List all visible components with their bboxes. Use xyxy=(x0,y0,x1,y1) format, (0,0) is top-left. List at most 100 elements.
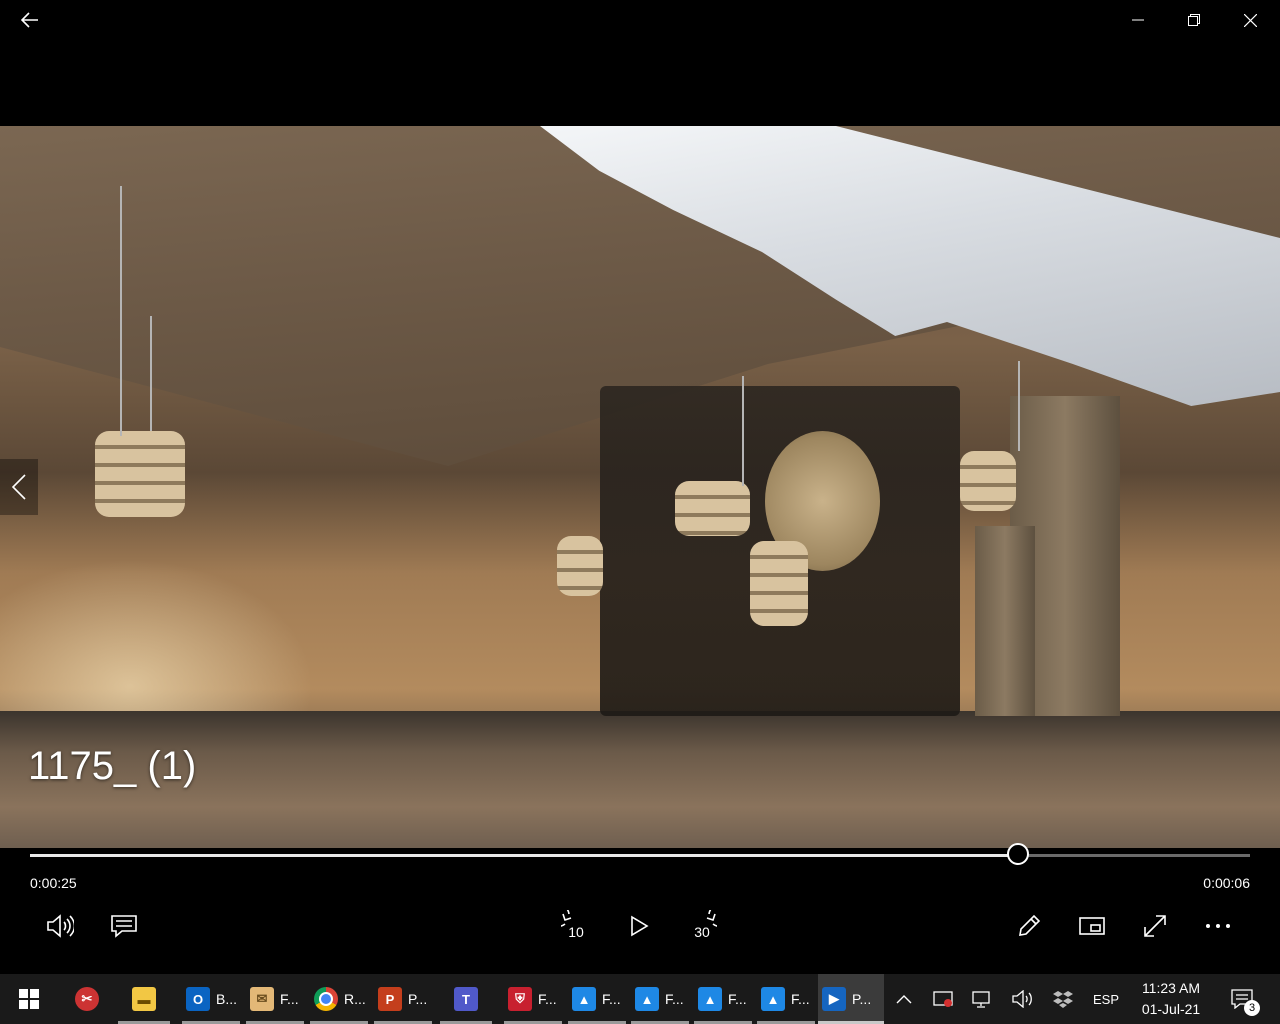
volume-button[interactable] xyxy=(38,904,82,948)
speaker-icon xyxy=(1012,990,1032,1008)
clock-time: 11:23 AM xyxy=(1141,980,1201,996)
skip-forward-label: 30 xyxy=(694,924,710,940)
taskbar-powerpoint-label: P... xyxy=(408,991,428,1007)
captions-button[interactable] xyxy=(102,904,146,948)
wire xyxy=(1018,361,1020,451)
photos-icon: ▲ xyxy=(635,987,659,1011)
volume-icon xyxy=(47,914,74,938)
play-icon xyxy=(631,915,649,937)
taskbar-photos-3[interactable]: ▲ F... xyxy=(694,974,752,1024)
chrome-icon xyxy=(314,987,338,1011)
show-hidden-icons-button[interactable] xyxy=(890,974,918,1024)
language-indicator[interactable]: ESP xyxy=(1086,974,1126,1024)
taskbar-movies-tv[interactable]: ▶ P... xyxy=(818,974,884,1024)
powerpoint-icon: P xyxy=(378,987,402,1011)
action-center-button[interactable]: 3 xyxy=(1222,974,1262,1024)
taskbar-chrome-label: R... xyxy=(344,991,366,1007)
photos-icon: ▲ xyxy=(698,987,722,1011)
dropbox-button[interactable] xyxy=(1048,974,1078,1024)
network-icon xyxy=(972,991,990,1008)
envelope-icon: ✉ xyxy=(250,987,274,1011)
taskbar-photos-4[interactable]: ▲ F... xyxy=(757,974,815,1024)
taskbar: ✂ ▬ O B... ✉ F... R... P P... T ⛨ F... ▲… xyxy=(0,974,1280,1024)
taskbar-photos-1[interactable]: ▲ F... xyxy=(568,974,626,1024)
taskbar-photos-4-label: F... xyxy=(791,991,810,1007)
taskbar-outlook[interactable]: O B... xyxy=(182,974,240,1024)
chevron-left-icon xyxy=(12,474,26,500)
skip-back-label: 10 xyxy=(568,924,584,940)
chevron-up-icon xyxy=(896,995,912,1004)
fullscreen-button[interactable] xyxy=(1133,904,1177,948)
remaining-time: 0:00:06 xyxy=(1203,875,1250,891)
captions-icon xyxy=(111,915,137,938)
teams-icon: T xyxy=(454,987,478,1011)
maximize-icon xyxy=(1188,14,1200,26)
dropbox-icon xyxy=(1053,991,1073,1008)
maximize-button[interactable] xyxy=(1172,0,1216,40)
clock[interactable]: 11:23 AM 01-Jul-21 xyxy=(1130,978,1212,1020)
play-button[interactable] xyxy=(617,904,661,948)
network-button[interactable] xyxy=(968,974,998,1024)
taskbar-powerpoint[interactable]: P P... xyxy=(374,974,432,1024)
shield-icon: ⛨ xyxy=(508,987,532,1011)
volume-tray-button[interactable] xyxy=(1008,974,1038,1024)
taskbar-mail-label: F... xyxy=(280,991,299,1007)
taskbar-photos-3-label: F... xyxy=(728,991,747,1007)
back-button[interactable] xyxy=(10,0,50,40)
close-icon xyxy=(1243,13,1257,27)
start-button[interactable] xyxy=(0,974,58,1024)
fullscreen-icon xyxy=(1144,915,1166,937)
folder-icon: ▬ xyxy=(132,987,156,1011)
seek-progress xyxy=(30,854,1019,857)
taskbar-security-label: F... xyxy=(538,991,557,1007)
taskbar-teams[interactable]: T xyxy=(440,974,492,1024)
outlook-icon: O xyxy=(186,987,210,1011)
minimize-button[interactable] xyxy=(1116,0,1160,40)
pencil-icon xyxy=(1019,914,1041,936)
video-frame[interactable] xyxy=(0,126,1280,848)
elapsed-time: 0:00:25 xyxy=(30,875,77,891)
pulley xyxy=(675,481,750,536)
arrow-left-icon xyxy=(21,12,38,28)
scissors-icon: ✂ xyxy=(75,987,99,1011)
notification-count-badge: 3 xyxy=(1244,1000,1260,1016)
windows-icon xyxy=(19,989,39,1009)
seek-bar[interactable] xyxy=(30,843,1250,865)
wooden-post xyxy=(975,526,1035,716)
tray-app-icon xyxy=(933,991,953,1007)
wire xyxy=(742,376,744,486)
edit-button[interactable] xyxy=(1007,904,1051,948)
taskbar-security[interactable]: ⛨ F... xyxy=(504,974,562,1024)
taskbar-photos-2-label: F... xyxy=(665,991,684,1007)
minimize-icon xyxy=(1132,19,1144,21)
taskbar-snipping-tool[interactable]: ✂ xyxy=(62,974,112,1024)
close-button[interactable] xyxy=(1228,0,1272,40)
pulley xyxy=(557,536,603,596)
taskbar-outlook-label: B... xyxy=(216,991,238,1007)
title-bar xyxy=(0,0,1280,40)
tray-app-button[interactable] xyxy=(928,974,958,1024)
skip-forward-button[interactable]: 30 xyxy=(680,904,724,948)
pulley xyxy=(960,451,1016,511)
mini-view-button[interactable] xyxy=(1070,904,1114,948)
taskbar-mail[interactable]: ✉ F... xyxy=(246,974,304,1024)
movies-tv-icon: ▶ xyxy=(822,987,846,1011)
taskbar-file-explorer[interactable]: ▬ xyxy=(118,974,170,1024)
clock-date: 01-Jul-21 xyxy=(1141,1001,1201,1017)
taskbar-photos-2[interactable]: ▲ F... xyxy=(631,974,689,1024)
mini-view-icon xyxy=(1079,917,1105,935)
skip-back-button[interactable]: 10 xyxy=(554,904,598,948)
taskbar-chrome[interactable]: R... xyxy=(310,974,368,1024)
wire xyxy=(150,316,152,431)
pulley xyxy=(750,541,808,626)
previous-button[interactable] xyxy=(0,459,38,515)
photos-icon: ▲ xyxy=(572,987,596,1011)
seek-thumb[interactable] xyxy=(1007,843,1030,865)
pulley xyxy=(95,431,185,517)
taskbar-movies-tv-label: P... xyxy=(852,991,872,1007)
taskbar-photos-1-label: F... xyxy=(602,991,621,1007)
more-icon xyxy=(1206,924,1230,928)
wire xyxy=(120,186,122,436)
more-button[interactable] xyxy=(1196,904,1240,948)
video-title: 1175_ (1) xyxy=(28,744,197,788)
